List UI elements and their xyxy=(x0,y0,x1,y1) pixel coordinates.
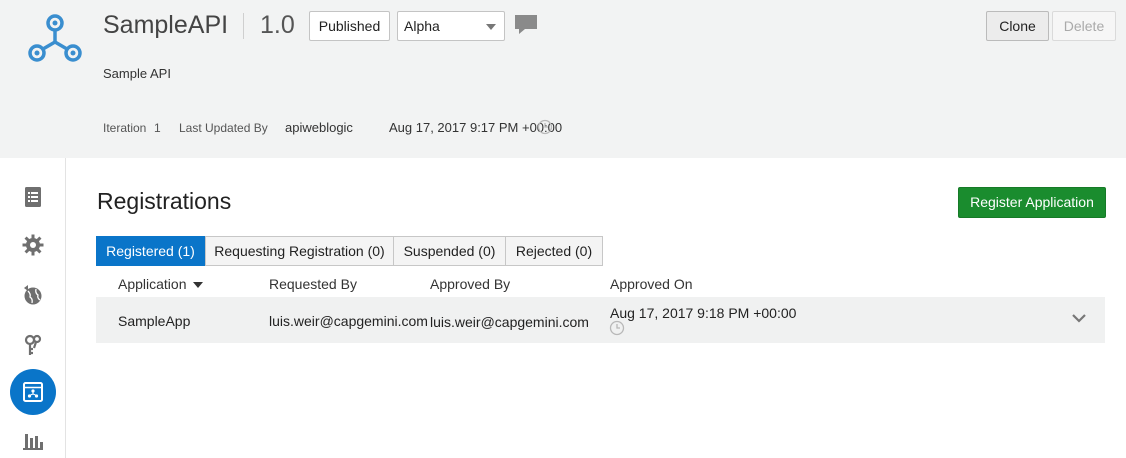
tab-suspended[interactable]: Suspended (0) xyxy=(393,236,506,266)
sort-descending-icon xyxy=(192,282,203,289)
chevron-down-icon xyxy=(486,24,496,30)
api-version: 1.0 xyxy=(260,11,295,39)
chevron-down-icon[interactable] xyxy=(1071,312,1087,324)
status-badge[interactable]: Published xyxy=(309,11,390,41)
api-logo-icon xyxy=(28,14,82,62)
nav-item-analytics[interactable] xyxy=(10,416,56,458)
iteration-label: Iteration xyxy=(103,121,147,135)
cell-requested-by: luis.weir@capgemini.com xyxy=(269,313,428,329)
column-header-application-label: Application xyxy=(118,276,187,292)
cell-approved-on: Aug 17, 2017 9:18 PM +00:00 xyxy=(610,305,797,321)
gear-icon xyxy=(22,234,44,256)
tab-registered[interactable]: Registered (1) xyxy=(96,236,205,266)
cell-application: SampleApp xyxy=(118,313,191,329)
nav-item-settings[interactable] xyxy=(10,222,56,268)
page-title: Registrations xyxy=(97,188,232,214)
title-divider xyxy=(243,13,244,39)
column-header-requested-by: Requested By xyxy=(269,276,357,292)
clock-icon xyxy=(537,119,553,135)
document-list-icon xyxy=(25,187,41,207)
tab-rejected[interactable]: Rejected (0) xyxy=(505,236,603,266)
globe-icon xyxy=(24,285,42,305)
bar-chart-icon xyxy=(23,434,43,450)
nav-item-overview[interactable] xyxy=(10,174,56,220)
nav-item-registrations[interactable] xyxy=(10,369,56,415)
comment-icon[interactable] xyxy=(513,13,539,37)
stage-dropdown-value: Alpha xyxy=(404,18,440,34)
keys-icon xyxy=(24,334,42,355)
last-updated-by-value: apiweblogic xyxy=(285,120,353,135)
clone-button[interactable]: Clone xyxy=(986,11,1049,41)
nav-item-deployments[interactable] xyxy=(10,272,56,318)
column-header-application[interactable]: Application xyxy=(118,276,203,292)
tab-requesting-registration[interactable]: Requesting Registration (0) xyxy=(205,236,394,266)
table-row[interactable]: SampleApp luis.weir@capgemini.com luis.w… xyxy=(96,297,1105,343)
left-nav xyxy=(0,158,66,458)
nav-item-grants[interactable] xyxy=(10,322,56,368)
delete-button[interactable]: Delete xyxy=(1052,11,1116,41)
register-application-button[interactable]: Register Application xyxy=(958,187,1106,218)
column-header-approved-by: Approved By xyxy=(430,276,511,292)
column-header-approved-on: Approved On xyxy=(610,276,693,292)
clock-icon xyxy=(609,320,625,336)
api-description: Sample API xyxy=(103,66,171,81)
last-updated-by-label: Last Updated By xyxy=(179,121,268,135)
api-header: SampleAPI 1.0 Published Alpha Clone Dele… xyxy=(0,0,1126,158)
cell-approved-by: luis.weir@capgemini.com xyxy=(430,314,589,330)
api-name-title: SampleAPI xyxy=(103,11,229,39)
stage-dropdown[interactable]: Alpha xyxy=(397,11,505,41)
registrations-icon xyxy=(23,382,43,402)
iteration-value: 1 xyxy=(154,121,161,135)
